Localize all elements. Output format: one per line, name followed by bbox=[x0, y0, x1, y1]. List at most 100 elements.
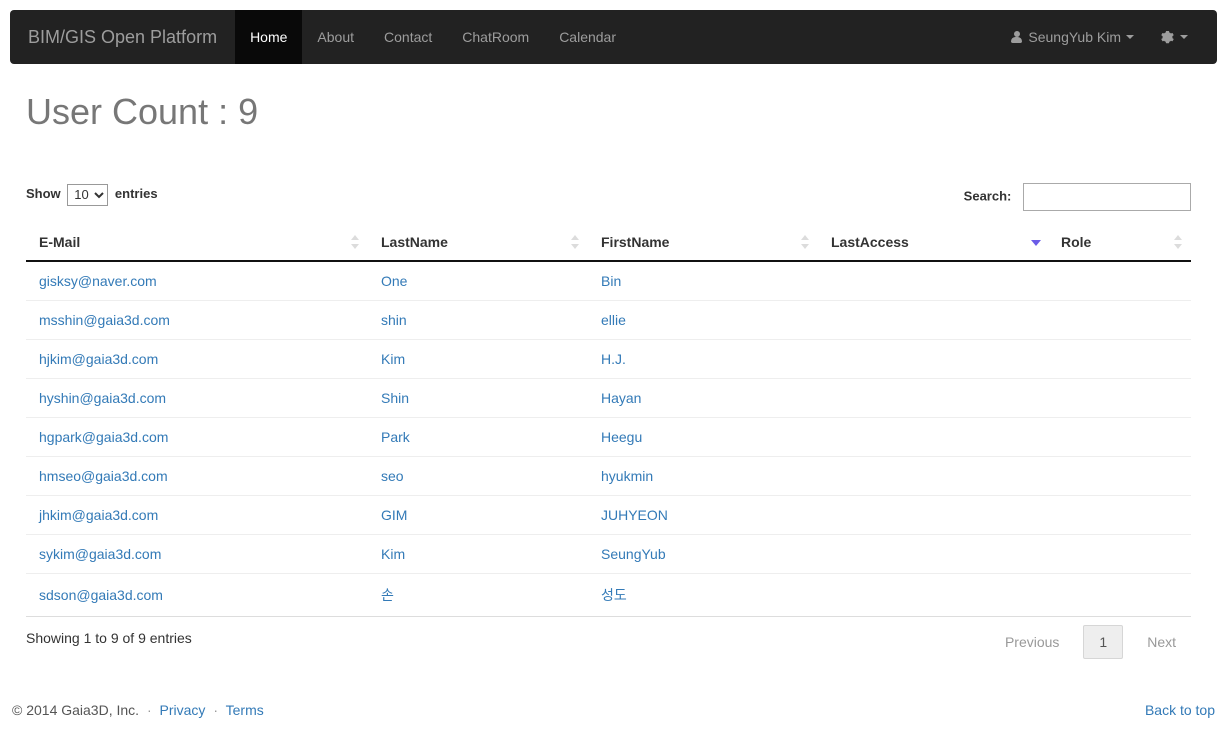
cell-role bbox=[1048, 300, 1191, 340]
brand-link[interactable]: BIM/GIS Open Platform bbox=[10, 10, 235, 64]
gear-icon bbox=[1160, 30, 1175, 45]
cell-email[interactable]: hgpark@gaia3d.com bbox=[26, 417, 368, 457]
sort-indicator-email bbox=[351, 235, 360, 249]
cell-role bbox=[1048, 495, 1191, 535]
cell-lastname: shin bbox=[368, 300, 588, 340]
column-header-firstname[interactable]: FirstName bbox=[588, 226, 818, 262]
pagination: Previous 1 Next bbox=[990, 625, 1191, 659]
search-input[interactable] bbox=[1023, 183, 1191, 211]
cell-email[interactable]: hjkim@gaia3d.com bbox=[26, 339, 368, 379]
brand-label: BIM/GIS Open Platform bbox=[28, 27, 218, 47]
nav-item-contact[interactable]: Contact bbox=[369, 10, 447, 64]
table-row[interactable]: hyshin@gaia3d.com Shin Hayan bbox=[26, 378, 1191, 418]
cell-lastaccess bbox=[818, 534, 1048, 574]
cell-role bbox=[1048, 456, 1191, 496]
column-header-lastname-label: LastName bbox=[381, 234, 448, 250]
footer-copyright: © 2014 Gaia3D, Inc. · Privacy · Terms bbox=[12, 702, 264, 718]
cell-lastaccess bbox=[818, 339, 1048, 379]
column-header-role[interactable]: Role bbox=[1048, 226, 1191, 262]
cell-lastname: Shin bbox=[368, 378, 588, 418]
table-row[interactable]: msshin@gaia3d.com shin ellie bbox=[26, 300, 1191, 340]
nav-item-chatroom[interactable]: ChatRoom bbox=[447, 10, 544, 64]
back-to-top-link[interactable]: Back to top bbox=[1145, 702, 1215, 718]
cell-lastname: GIM bbox=[368, 495, 588, 535]
cell-lastaccess bbox=[818, 378, 1048, 418]
table-header-row: E-Mail LastName FirstName LastAccess Rol… bbox=[26, 226, 1191, 262]
cell-firstname: H.J. bbox=[588, 339, 818, 379]
cell-lastaccess bbox=[818, 573, 1048, 617]
table-row[interactable]: gisksy@naver.com One Bin bbox=[26, 261, 1191, 301]
cell-firstname: JUHYEON bbox=[588, 495, 818, 535]
cell-lastaccess bbox=[818, 300, 1048, 340]
users-table: E-Mail LastName FirstName LastAccess Rol… bbox=[26, 226, 1191, 617]
nav-item-home-label: Home bbox=[250, 29, 288, 45]
table-row[interactable]: sykim@gaia3d.com Kim SeungYub bbox=[26, 534, 1191, 574]
cell-lastname: One bbox=[368, 261, 588, 301]
table-row[interactable]: jhkim@gaia3d.com GIM JUHYEON bbox=[26, 495, 1191, 535]
page-title: User Count : 9 bbox=[26, 91, 259, 132]
nav-item-about[interactable]: About bbox=[302, 10, 369, 64]
cell-firstname: SeungYub bbox=[588, 534, 818, 574]
cell-email[interactable]: hyshin@gaia3d.com bbox=[26, 378, 368, 418]
user-menu[interactable]: SeungYub Kim bbox=[998, 10, 1147, 64]
privacy-link[interactable]: Privacy bbox=[160, 702, 206, 718]
column-header-lastaccess[interactable]: LastAccess bbox=[818, 226, 1048, 262]
sort-indicator-lastaccess-desc bbox=[1031, 235, 1041, 249]
cell-role bbox=[1048, 261, 1191, 301]
entries-label: entries bbox=[114, 186, 158, 201]
search-label: Search: bbox=[963, 188, 1012, 204]
cell-email[interactable]: jhkim@gaia3d.com bbox=[26, 495, 368, 535]
cell-lastname: Kim bbox=[368, 339, 588, 379]
pagination-previous[interactable]: Previous bbox=[990, 625, 1074, 659]
cell-email[interactable]: msshin@gaia3d.com bbox=[26, 300, 368, 340]
cell-role bbox=[1048, 378, 1191, 418]
table-row[interactable]: sdson@gaia3d.com 손 성도 bbox=[26, 573, 1191, 617]
cell-role bbox=[1048, 534, 1191, 574]
cell-lastname: Park bbox=[368, 417, 588, 457]
column-header-email[interactable]: E-Mail bbox=[26, 226, 368, 262]
column-header-role-label: Role bbox=[1061, 234, 1092, 250]
table-row[interactable]: hmseo@gaia3d.com seo hyukmin bbox=[26, 456, 1191, 496]
user-icon bbox=[1011, 30, 1023, 44]
main-navbar: BIM/GIS Open Platform Home About Contact… bbox=[10, 10, 1217, 64]
page-footer: © 2014 Gaia3D, Inc. · Privacy · Terms Ba… bbox=[0, 684, 1227, 744]
table-row[interactable]: hgpark@gaia3d.com Park Heegu bbox=[26, 417, 1191, 457]
chevron-down-icon bbox=[1126, 35, 1134, 39]
column-header-email-label: E-Mail bbox=[39, 234, 81, 250]
show-label: Show bbox=[26, 186, 61, 201]
column-header-lastaccess-label: LastAccess bbox=[831, 234, 909, 250]
nav-item-contact-label: Contact bbox=[384, 29, 433, 45]
sort-indicator-role bbox=[1174, 235, 1183, 249]
primary-nav: Home About Contact ChatRoom Calendar bbox=[235, 10, 631, 64]
copyright-text: © 2014 Gaia3D, Inc. bbox=[12, 702, 140, 718]
table-row[interactable]: hjkim@gaia3d.com Kim H.J. bbox=[26, 339, 1191, 379]
cell-firstname: Bin bbox=[588, 261, 818, 301]
terms-link[interactable]: Terms bbox=[226, 702, 264, 718]
nav-item-calendar[interactable]: Calendar bbox=[544, 10, 631, 64]
cell-lastaccess bbox=[818, 417, 1048, 457]
column-header-lastname[interactable]: LastName bbox=[368, 226, 588, 262]
datatable-toolbar: Show 10 entries Search: bbox=[26, 183, 1191, 213]
settings-menu[interactable] bbox=[1147, 10, 1201, 64]
nav-item-home[interactable]: Home bbox=[235, 10, 303, 64]
table-head: E-Mail LastName FirstName LastAccess Rol… bbox=[26, 226, 1191, 262]
user-menu-label: SeungYub Kim bbox=[1028, 29, 1121, 45]
cell-email[interactable]: hmseo@gaia3d.com bbox=[26, 456, 368, 496]
cell-email[interactable]: gisksy@naver.com bbox=[26, 261, 368, 301]
cell-email[interactable]: sdson@gaia3d.com bbox=[26, 573, 368, 617]
cell-email[interactable]: sykim@gaia3d.com bbox=[26, 534, 368, 574]
column-header-firstname-label: FirstName bbox=[601, 234, 670, 250]
chevron-down-icon-settings bbox=[1180, 35, 1188, 39]
nav-item-calendar-label: Calendar bbox=[559, 29, 617, 45]
cell-firstname: Hayan bbox=[588, 378, 818, 418]
cell-firstname: hyukmin bbox=[588, 456, 818, 496]
datatable-footer: Showing 1 to 9 of 9 entries Previous 1 N… bbox=[26, 625, 1191, 669]
table-body: gisksy@naver.com One Bin msshin@gaia3d.c… bbox=[26, 261, 1191, 617]
page-length-control: Show 10 entries bbox=[26, 183, 158, 206]
sort-indicator-lastname bbox=[571, 235, 580, 249]
pagination-page-1[interactable]: 1 bbox=[1083, 625, 1124, 659]
pagination-next[interactable]: Next bbox=[1132, 625, 1191, 659]
page-length-select[interactable]: 10 bbox=[67, 183, 109, 206]
cell-lastaccess bbox=[818, 261, 1048, 301]
cell-firstname: Heegu bbox=[588, 417, 818, 457]
